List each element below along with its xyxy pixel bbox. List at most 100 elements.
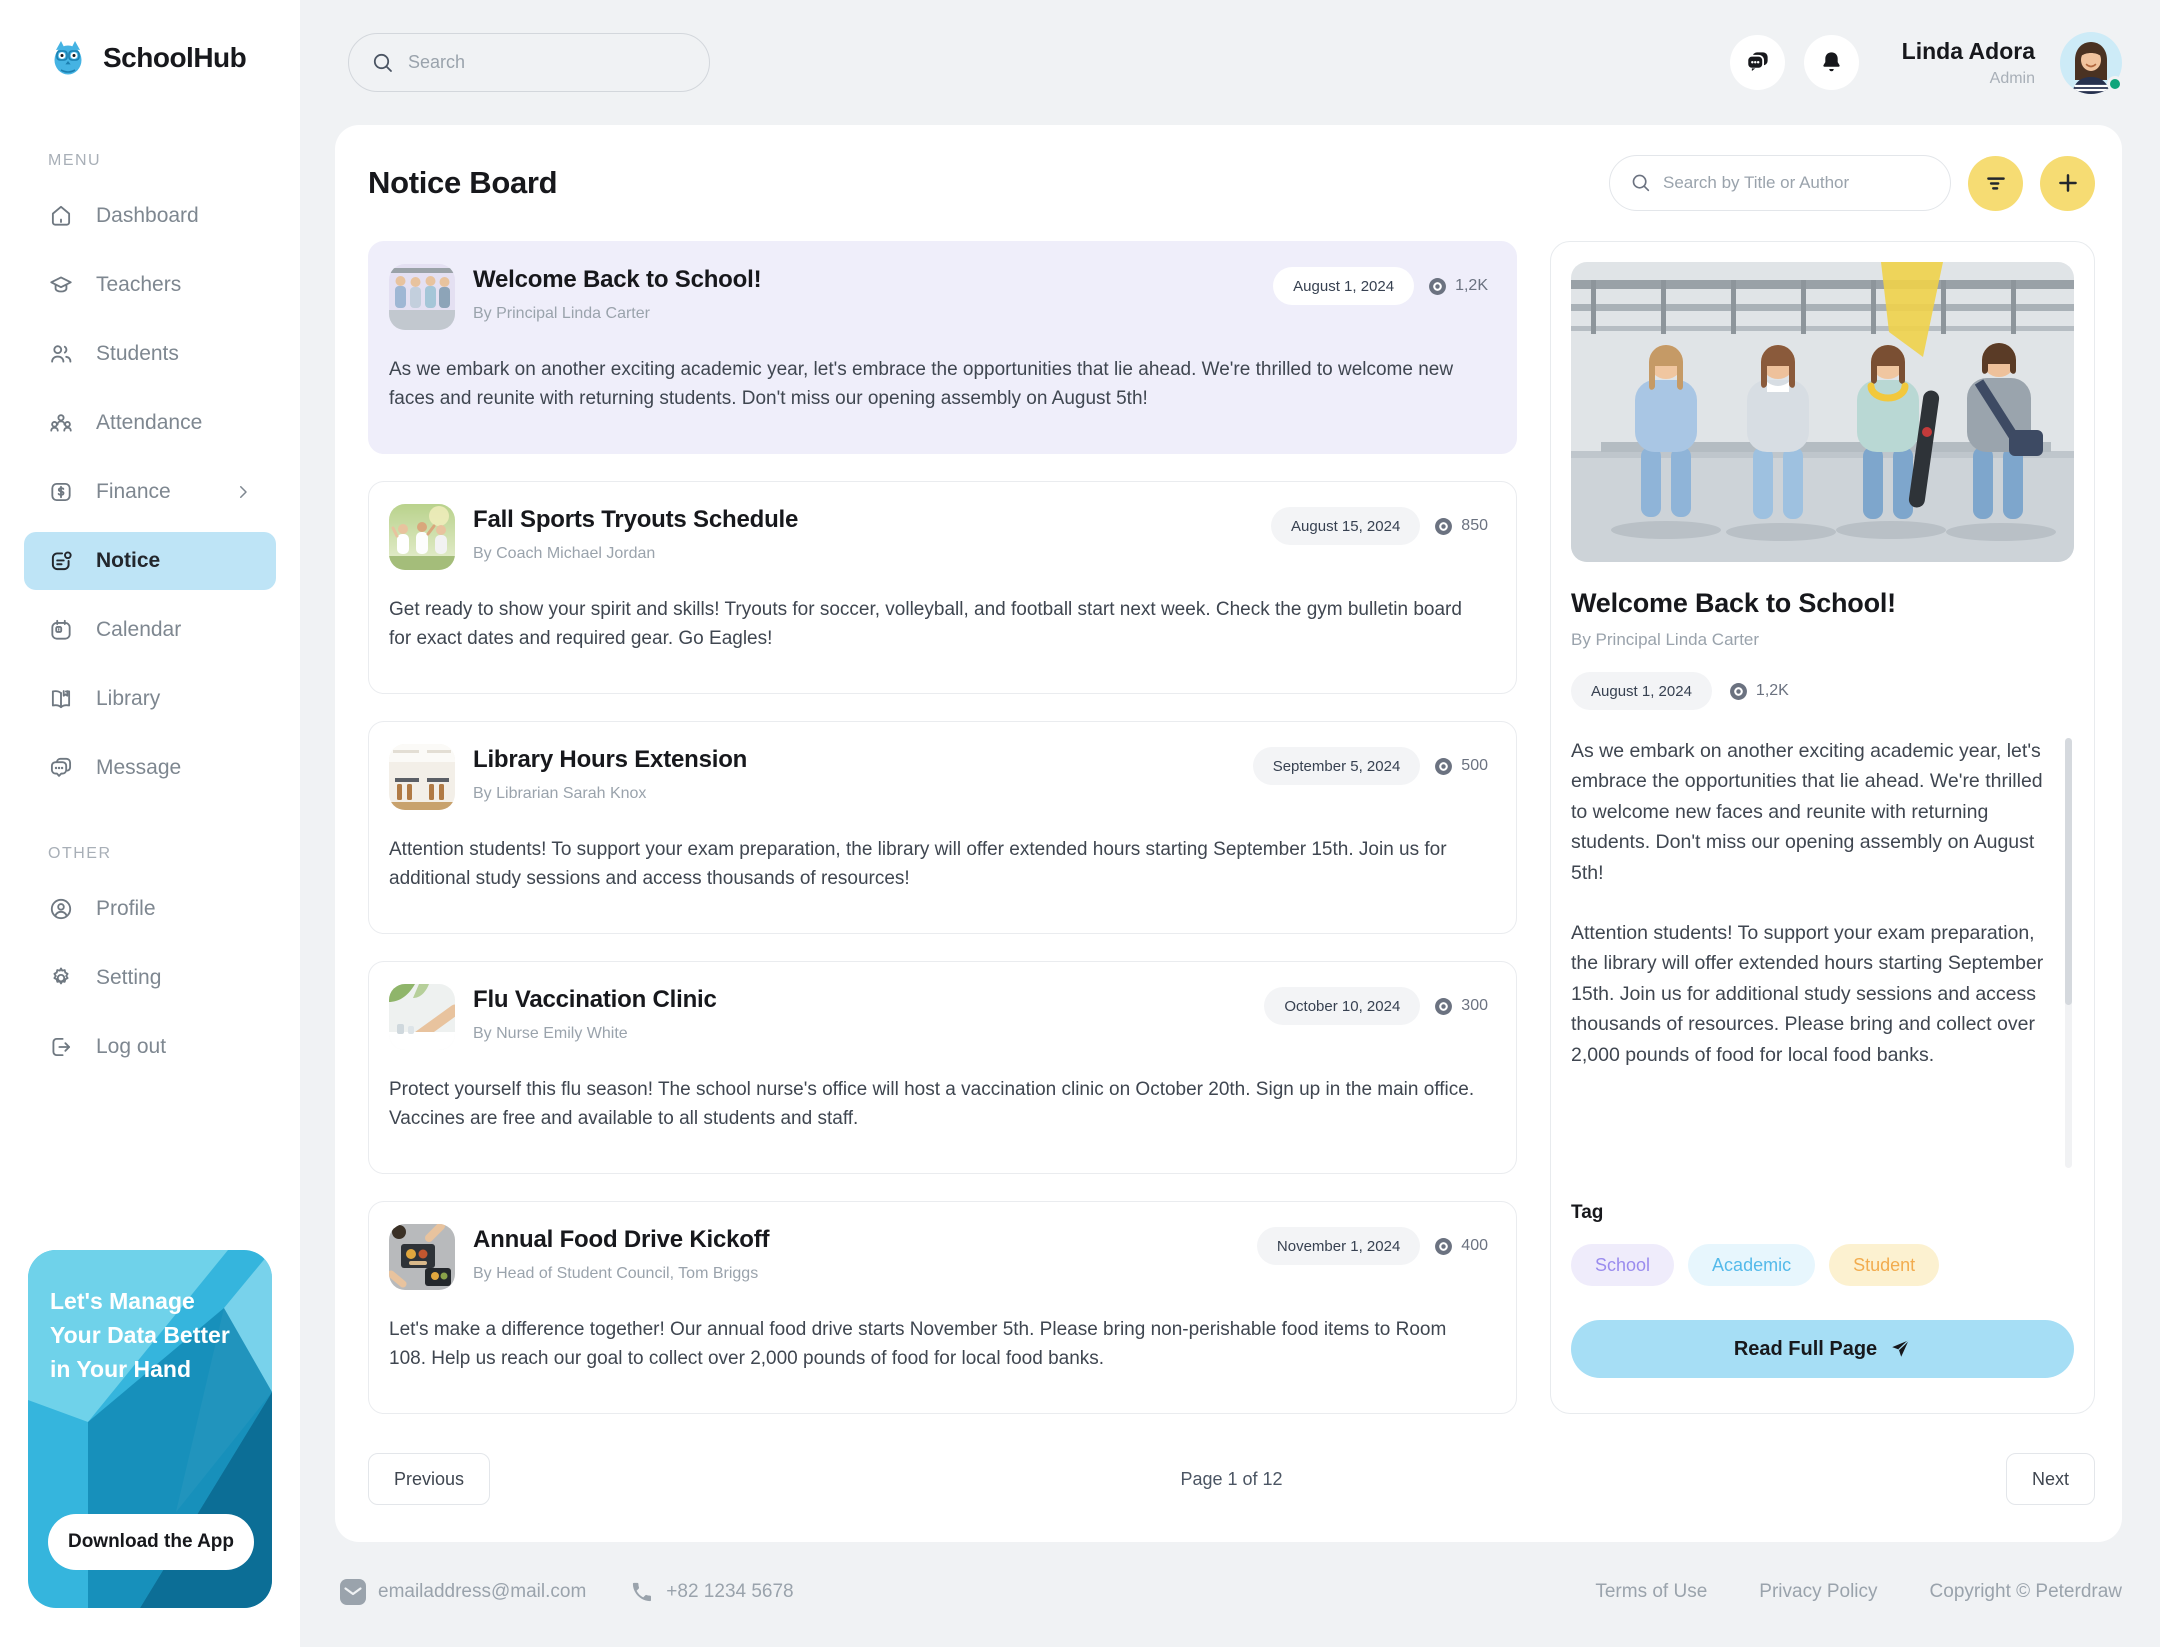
other-section-label: OTHER bbox=[48, 845, 300, 863]
sidebar-item-label: Teachers bbox=[96, 273, 181, 297]
chevron-right-icon bbox=[234, 483, 252, 501]
sidebar-item-setting[interactable]: Setting bbox=[24, 949, 276, 1007]
sidebar-item-teachers[interactable]: Teachers bbox=[24, 256, 276, 314]
notice-body: Get ready to show your spirit and skills… bbox=[389, 595, 1488, 654]
notice-thumbnail bbox=[389, 264, 455, 330]
sidebar-item-students[interactable]: Students bbox=[24, 325, 276, 383]
sidebar-item-library[interactable]: Library bbox=[24, 670, 276, 728]
sidebar-item-attendance[interactable]: Attendance bbox=[24, 394, 276, 452]
notice-title: Annual Food Drive Kickoff bbox=[473, 1226, 769, 1254]
previous-page-button[interactable]: Previous bbox=[368, 1453, 490, 1505]
global-search bbox=[348, 33, 710, 92]
detail-scrollbar[interactable] bbox=[2065, 738, 2072, 1168]
notice-content: Welcome Back to School! By Principal Lin… bbox=[368, 241, 2095, 1414]
download-app-button[interactable]: Download the App bbox=[48, 1514, 254, 1570]
next-page-button[interactable]: Next bbox=[2006, 1453, 2095, 1505]
app-logo: SchoolHub bbox=[0, 0, 300, 78]
scrollbar-thumb[interactable] bbox=[2065, 738, 2072, 1005]
sidebar-item-profile[interactable]: Profile bbox=[24, 880, 276, 938]
book-icon bbox=[48, 686, 74, 712]
sidebar-item-label: Students bbox=[96, 342, 179, 366]
views-icon bbox=[1434, 517, 1453, 536]
dollar-icon bbox=[48, 479, 74, 505]
chat-icon bbox=[1744, 49, 1771, 76]
tag-school[interactable]: School bbox=[1571, 1244, 1674, 1286]
gear-icon bbox=[48, 965, 74, 991]
topbar-actions: Linda Adora Admin bbox=[1730, 32, 2122, 94]
notice-search-input[interactable] bbox=[1663, 173, 1930, 193]
add-notice-button[interactable] bbox=[2040, 156, 2095, 211]
notifications-button[interactable] bbox=[1804, 35, 1859, 90]
panel-header: Notice Board bbox=[368, 155, 2095, 211]
filter-button[interactable] bbox=[1968, 156, 2023, 211]
avatar[interactable] bbox=[2060, 32, 2122, 94]
notice-date-badge: September 5, 2024 bbox=[1253, 747, 1421, 785]
notice-detail-panel: Welcome Back to School! By Principal Lin… bbox=[1550, 241, 2095, 1414]
read-full-page-label: Read Full Page bbox=[1734, 1338, 1877, 1361]
notice-author: By Coach Michael Jordan bbox=[473, 545, 798, 563]
search-icon bbox=[371, 51, 395, 75]
views-count: 300 bbox=[1461, 997, 1488, 1015]
page-title: Notice Board bbox=[368, 165, 557, 201]
sidebar-item-label: Setting bbox=[96, 966, 161, 990]
read-full-page-button[interactable]: Read Full Page bbox=[1571, 1320, 2074, 1378]
sidebar-item-notice[interactable]: Notice bbox=[24, 532, 276, 590]
sidebar-item-label: Library bbox=[96, 687, 160, 711]
notice-title: Fall Sports Tryouts Schedule bbox=[473, 506, 798, 534]
detail-body: As we embark on another exciting academi… bbox=[1571, 736, 2074, 1174]
global-search-input[interactable] bbox=[408, 52, 687, 73]
logout-icon bbox=[48, 1034, 74, 1060]
detail-meta: August 1, 2024 1,2K bbox=[1571, 672, 2074, 710]
views-count: 850 bbox=[1461, 517, 1488, 535]
notice-body: As we embark on another exciting academi… bbox=[389, 355, 1488, 414]
notice-title: Flu Vaccination Clinic bbox=[473, 986, 717, 1014]
views-icon bbox=[1434, 997, 1453, 1016]
sidebar-item-finance[interactable]: Finance bbox=[24, 463, 276, 521]
footer-links: Terms of Use Privacy Policy Copyright © … bbox=[1595, 1581, 2122, 1603]
send-icon bbox=[1889, 1338, 1911, 1360]
online-status-dot bbox=[2107, 76, 2123, 92]
notice-date-badge: October 10, 2024 bbox=[1264, 987, 1420, 1025]
footer: emailaddress@mail.com +82 1234 5678 Term… bbox=[335, 1542, 2122, 1647]
tag-academic[interactable]: Academic bbox=[1688, 1244, 1815, 1286]
copyright-text: Copyright © Peterdraw bbox=[1930, 1581, 2122, 1603]
notice-search bbox=[1609, 155, 1951, 211]
notice-detail-image bbox=[1571, 262, 2074, 562]
terms-link[interactable]: Terms of Use bbox=[1595, 1581, 1707, 1603]
tag-student[interactable]: Student bbox=[1829, 1244, 1939, 1286]
privacy-link[interactable]: Privacy Policy bbox=[1759, 1581, 1877, 1603]
notice-board-panel: Notice Board bbox=[335, 125, 2122, 1542]
footer-phone-text: +82 1234 5678 bbox=[666, 1581, 793, 1603]
sidebar-item-dashboard[interactable]: Dashboard bbox=[24, 187, 276, 245]
sidebar-item-label: Notice bbox=[96, 549, 160, 573]
views-icon bbox=[1434, 757, 1453, 776]
sidebar-item-label: Message bbox=[96, 756, 181, 780]
promo-title: Let's Manage Your Data Better in Your Ha… bbox=[50, 1284, 250, 1386]
views-count: 1,2K bbox=[1455, 277, 1488, 295]
chat-button[interactable] bbox=[1730, 35, 1785, 90]
sidebar-item-calendar[interactable]: Calendar bbox=[24, 601, 276, 659]
sidebar-item-label: Attendance bbox=[96, 411, 202, 435]
notice-author: By Nurse Emily White bbox=[473, 1025, 717, 1043]
page-indicator: Page 1 of 12 bbox=[1180, 1469, 1282, 1490]
attendance-icon bbox=[48, 410, 74, 436]
notice-card[interactable]: Fall Sports Tryouts Schedule By Coach Mi… bbox=[368, 481, 1517, 694]
panel-header-actions bbox=[1609, 155, 2095, 211]
detail-date-badge: August 1, 2024 bbox=[1571, 672, 1712, 710]
sidebar-item-message[interactable]: Message bbox=[24, 739, 276, 797]
calendar-icon bbox=[48, 617, 74, 643]
pagination: Previous Page 1 of 12 Next bbox=[368, 1453, 2095, 1505]
notice-card[interactable]: Library Hours Extension By Librarian Sar… bbox=[368, 721, 1517, 934]
notice-title: Welcome Back to School! bbox=[473, 266, 761, 294]
profile-icon bbox=[48, 896, 74, 922]
notice-thumbnail bbox=[389, 1224, 455, 1290]
sidebar-item-logout[interactable]: Log out bbox=[24, 1018, 276, 1076]
notice-body: Let's make a difference together! Our an… bbox=[389, 1315, 1488, 1374]
notice-card[interactable]: Welcome Back to School! By Principal Lin… bbox=[368, 241, 1517, 454]
notice-views: 300 bbox=[1434, 997, 1488, 1016]
notice-card[interactable]: Annual Food Drive Kickoff By Head of Stu… bbox=[368, 1201, 1517, 1414]
graduation-cap-icon bbox=[48, 272, 74, 298]
notice-list: Welcome Back to School! By Principal Lin… bbox=[368, 241, 1517, 1414]
notice-card[interactable]: Flu Vaccination Clinic By Nurse Emily Wh… bbox=[368, 961, 1517, 1174]
notice-title: Library Hours Extension bbox=[473, 746, 747, 774]
